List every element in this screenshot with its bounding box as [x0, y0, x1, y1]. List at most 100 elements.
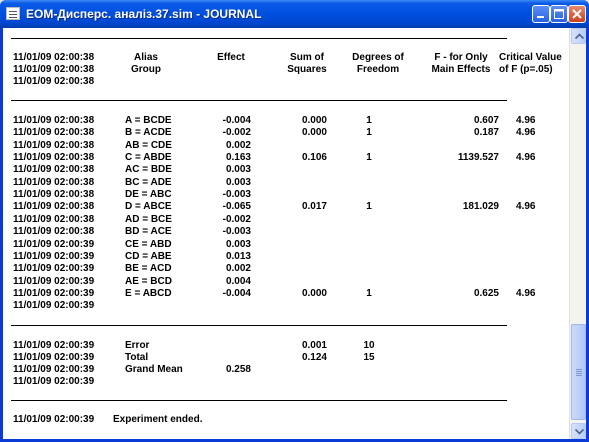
- effect-cell: 0.003: [225, 164, 251, 176]
- summary-timestamp: 11/01/09 02:00:39: [13, 340, 95, 351]
- alias-cell: DE = ABC: [125, 189, 172, 201]
- ss-header-line1: Sum of: [290, 52, 324, 63]
- window-title: EOM-Дисперс. аналіз.37.sim - JOURNAL: [26, 7, 262, 21]
- alias-cell: BC = ADE: [125, 176, 172, 188]
- alias-header-line1: Alias: [134, 52, 158, 63]
- maximize-button[interactable]: [550, 5, 568, 23]
- row-timestamp: 11/01/09 02:00:39: [13, 238, 95, 250]
- critical-value-cell: 4.96: [516, 127, 536, 139]
- divider: [11, 400, 507, 401]
- sum-of-squares-header: Sum of Squares: [277, 52, 337, 76]
- row-timestamp: 11/01/09 02:00:38: [13, 189, 95, 201]
- effect-cell: -0.002: [222, 213, 251, 225]
- status-message: Experiment ended.: [113, 414, 203, 425]
- effect-cell: 0.002: [225, 263, 251, 275]
- alias-group-header: Alias Group: [121, 52, 171, 76]
- row-timestamp: 11/01/09 02:00:38: [13, 139, 95, 151]
- df-header-line1: Degrees of: [352, 52, 404, 63]
- row-timestamp: 11/01/09 02:00:38: [13, 115, 95, 126]
- effect-cell: -0.004: [222, 287, 251, 299]
- grand-mean-label: Grand Mean: [125, 364, 183, 375]
- alias-cell: BD = ACE: [125, 226, 172, 238]
- error-sum-of-squares: 0.001: [301, 340, 327, 351]
- cv-header-line2: of F (p=.05): [499, 64, 553, 75]
- effect-header: Effect: [217, 52, 245, 63]
- title-bar[interactable]: EOM-Дисперс. аналіз.37.sim - JOURNAL: [0, 0, 589, 28]
- divider: [11, 38, 507, 39]
- summary-timestamp: 11/01/09 02:00:39: [13, 352, 95, 363]
- summary-timestamp: 11/01/09 02:00:39: [13, 364, 95, 375]
- close-icon: [572, 9, 582, 19]
- f-value-cell: 1139.527: [457, 152, 499, 164]
- degrees-of-freedom-cell: 1: [366, 201, 372, 213]
- total-degrees-of-freedom: 15: [363, 352, 375, 363]
- header-timestamp: 11/01/09 02:00:38: [13, 64, 95, 75]
- alias-cell: AE = BCD: [125, 275, 172, 287]
- effect-cell: -0.003: [222, 189, 251, 201]
- effect-cell: 0.002: [225, 139, 251, 151]
- effect-cell: 0.163: [225, 152, 251, 164]
- f-value-cell: 0.607: [473, 115, 499, 126]
- alias-cell: BE = ACD: [125, 263, 172, 275]
- row-timestamp: 11/01/09 02:00:38: [13, 127, 95, 139]
- degrees-of-freedom-cell: 1: [366, 152, 372, 164]
- effect-cell: 0.003: [225, 238, 251, 250]
- row-timestamp: 11/01/09 02:00:38: [13, 201, 95, 213]
- critical-value-cell: 4.96: [516, 115, 536, 126]
- df-header-line2: Freedom: [356, 64, 400, 75]
- journal-view[interactable]: 11/01/09 02:00:38 11/01/09 02:00:38 11/0…: [3, 28, 586, 439]
- critical-value-cell: 4.96: [516, 287, 536, 299]
- arrow-down-icon: [575, 428, 584, 435]
- row-timestamp: 11/01/09 02:00:38: [13, 176, 95, 188]
- alias-cell: B = ACDE: [125, 127, 172, 139]
- row-timestamp: 11/01/09 02:00:39: [13, 250, 95, 262]
- row-timestamp: 11/01/09 02:00:39: [13, 287, 95, 299]
- degrees-of-freedom-cell: 1: [366, 127, 372, 139]
- row-timestamp: 11/01/09 02:00:39: [13, 275, 95, 287]
- minimize-icon: [537, 16, 544, 18]
- error-label: Error: [125, 340, 150, 351]
- alias-cell: AC = BDE: [125, 164, 172, 176]
- effect-cell: -0.065: [222, 201, 251, 213]
- effect-cell: -0.002: [222, 127, 251, 139]
- critical-value-header: Critical Value of F (p=.05): [499, 52, 573, 76]
- alias-cell: CE = ABD: [125, 238, 172, 250]
- footer-timestamp: 11/01/09 02:00:39: [13, 414, 95, 425]
- grand-mean-value: 0.258: [225, 364, 251, 375]
- ss-header-line2: Squares: [287, 64, 327, 75]
- f-header-line1: F - for Only: [434, 52, 488, 63]
- sum-of-squares-cell: 0.000: [301, 115, 327, 126]
- f-value-cell: 0.187: [473, 127, 499, 139]
- alias-cell: D = ABCE: [125, 201, 172, 213]
- row-timestamp: 11/01/09 02:00:38: [13, 213, 95, 225]
- degrees-of-freedom-cell: 1: [366, 287, 372, 299]
- minimize-button[interactable]: [532, 5, 550, 23]
- row-timestamp: 11/01/09 02:00:39: [13, 263, 95, 275]
- alias-cell: C = ABDE: [125, 152, 172, 164]
- scroll-down-button[interactable]: [571, 423, 586, 439]
- scroll-thumb[interactable]: [571, 324, 586, 420]
- row-timestamp: 11/01/09 02:00:38: [13, 226, 95, 238]
- header-timestamp: 11/01/09 02:00:38: [13, 76, 95, 87]
- arrow-up-icon: [575, 33, 584, 40]
- sum-of-squares-cell: 0.017: [301, 201, 327, 213]
- f-header-line2: Main Effects: [431, 64, 491, 75]
- critical-value-cell: 4.96: [516, 152, 536, 164]
- effect-cell: 0.004: [225, 275, 251, 287]
- effect-cell: -0.004: [222, 115, 251, 126]
- vertical-scrollbar[interactable]: [569, 28, 586, 439]
- row-timestamp: 11/01/09 02:00:39: [13, 300, 95, 312]
- total-label: Total: [125, 352, 149, 363]
- sum-of-squares-cell: 0.106: [301, 152, 327, 164]
- cv-header-line1: Critical Value: [499, 52, 562, 63]
- f-value-header: F - for Only Main Effects: [421, 52, 501, 76]
- degrees-of-freedom-cell: 1: [366, 115, 372, 126]
- divider: [11, 100, 507, 101]
- alias-header-line2: Group: [131, 64, 161, 75]
- sum-of-squares-cell: 0.000: [301, 287, 327, 299]
- error-degrees-of-freedom: 10: [363, 340, 375, 351]
- close-button[interactable]: [568, 5, 586, 23]
- alias-cell: AB = CDE: [125, 139, 172, 151]
- scroll-up-button[interactable]: [571, 28, 586, 44]
- alias-cell: CD = ABE: [125, 250, 172, 262]
